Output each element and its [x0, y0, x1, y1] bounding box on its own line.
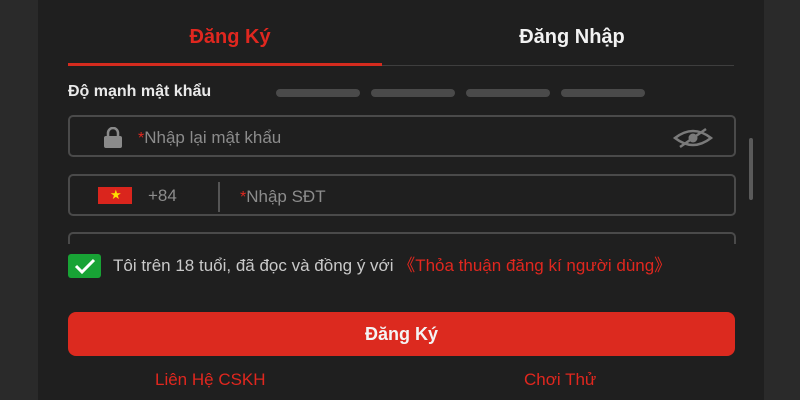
strength-segment: [371, 89, 455, 97]
backdrop-left: [0, 0, 38, 400]
try-play-link[interactable]: Chơi Thử: [524, 370, 596, 390]
strength-segment: [561, 89, 645, 97]
user-agreement-link[interactable]: 《Thỏa thuận đăng kí người dùng》: [398, 256, 671, 275]
confirm-password-placeholder[interactable]: *Nhập lại mật khẩu: [138, 128, 281, 148]
phone-placeholder[interactable]: *Nhập SĐT: [240, 187, 326, 207]
agree-checkbox[interactable]: [68, 254, 101, 278]
country-code[interactable]: +84: [148, 186, 177, 206]
tab-register[interactable]: Đăng Ký: [140, 26, 320, 49]
tab-login[interactable]: Đăng Nhập: [482, 26, 662, 49]
strength-segment: [466, 89, 550, 97]
active-tab-indicator: [68, 63, 382, 66]
agreement-label: Tôi trên 18 tuổi, đã đọc và đồng ý với: [113, 256, 399, 275]
confirm-password-field[interactable]: *Nhập lại mật khẩu: [68, 115, 736, 157]
vietnam-flag-icon[interactable]: ★: [98, 187, 132, 204]
strength-segment: [276, 89, 360, 97]
scrollbar-thumb[interactable]: [749, 138, 753, 200]
confirm-password-placeholder-text: Nhập lại mật khẩu: [144, 128, 282, 147]
backdrop-right: [764, 0, 800, 400]
phone-placeholder-text: Nhập SĐT: [246, 187, 326, 206]
lock-icon: [104, 127, 122, 148]
password-strength-label: Độ mạnh mật khẩu: [68, 83, 212, 100]
phone-field[interactable]: ★ +84 *Nhập SĐT: [68, 174, 736, 216]
tab-divider: [382, 65, 734, 66]
agreement-text: Tôi trên 18 tuổi, đã đọc và đồng ý với 《…: [113, 254, 738, 278]
register-submit-button[interactable]: Đăng Ký: [68, 312, 735, 356]
eye-off-icon[interactable]: [672, 127, 714, 149]
field-separator: [218, 182, 220, 212]
hidden-field[interactable]: [68, 232, 736, 244]
contact-support-link[interactable]: Liên Hệ CSKH: [155, 370, 266, 390]
